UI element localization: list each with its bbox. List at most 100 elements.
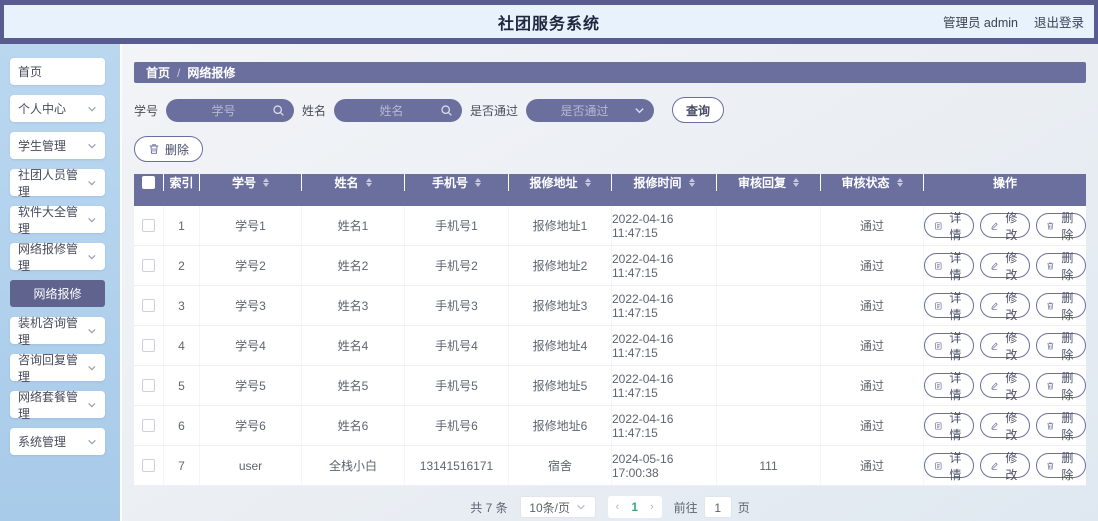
detail-button[interactable]: 详情 [924,251,974,282]
delete-button[interactable]: 删除 [1036,451,1086,482]
edit-icon [991,422,998,430]
table-row: 3 学号3 姓名3 手机号3 报修地址3 2022-04-16 11:47:15 通过 详情… [134,286,1086,326]
sidebar-item-label: 系统管理 [18,435,67,449]
sidebar-item-label: 装机咨询管理 [18,315,79,347]
column-header-student_id[interactable]: 学号 [200,174,302,191]
cell-status: 通过 [821,406,924,445]
cell-time: 2022-04-16 11:47:15 [612,326,717,365]
column-header-index: 索引 [164,174,200,191]
passed-select[interactable]: 是否通过 [526,98,655,122]
edit-button[interactable]: 修改 [980,451,1030,482]
edit-button[interactable]: 修改 [980,291,1030,322]
edit-button[interactable]: 修改 [980,371,1030,402]
detail-button[interactable]: 详情 [924,451,974,482]
column-header-reply[interactable]: 审核回复 [717,174,821,191]
detail-icon [935,261,942,270]
batch-delete-button[interactable]: 删除 [134,136,204,162]
column-header-address[interactable]: 报修地址 [509,174,612,191]
sort-icon[interactable] [688,178,695,187]
detail-icon [935,381,942,390]
detail-button[interactable]: 详情 [924,291,974,322]
sidebar-item-5[interactable]: 网络报修管理 [10,242,105,273]
detail-button[interactable]: 详情 [924,211,974,242]
sort-icon[interactable] [584,178,591,187]
delete-button[interactable]: 删除 [1036,291,1086,322]
goto-page-input[interactable]: 1 [703,496,732,518]
sidebar-item-active-6[interactable]: 网络报修 [10,280,105,307]
row-actions-cell: 详情 修改 删除 [924,246,1086,285]
cell-phone: 手机号4 [405,326,509,365]
current-page-button[interactable]: 1 [631,500,638,514]
detail-button[interactable]: 详情 [924,411,974,442]
row-checkbox[interactable] [142,219,155,232]
select-all-checkbox[interactable] [142,176,155,189]
student-id-input[interactable]: 学号 [166,98,295,122]
cell-reply [717,246,821,285]
row-checkbox[interactable] [142,299,155,312]
sidebar-item-label: 网络报修 [33,287,82,301]
name-label: 姓名 [302,103,327,118]
sidebar-item-0[interactable]: 首页 [10,58,105,85]
filter-bar: 学号 学号 姓名 姓名 是否通过 是否通过 查询 [134,97,1086,123]
edit-button[interactable]: 修改 [980,251,1030,282]
column-header-name[interactable]: 姓名 [302,174,405,191]
sort-icon[interactable] [896,178,903,187]
cell-student_id: 学号1 [200,206,302,245]
chevron-down-icon [88,217,96,222]
delete-button[interactable]: 删除 [1036,211,1086,242]
row-checkbox[interactable] [142,419,155,432]
cell-index: 7 [164,446,200,485]
row-actions-cell: 详情 修改 删除 [924,286,1086,325]
page-unit-label: 页 [737,500,750,515]
detail-button[interactable]: 详情 [924,371,974,402]
sort-icon[interactable] [475,178,481,187]
chevron-down-icon [88,402,96,407]
sidebar-item-label: 咨询回复管理 [18,352,79,384]
delete-button[interactable]: 删除 [1036,411,1086,442]
row-checkbox[interactable] [142,379,155,392]
sidebar-item-7[interactable]: 装机咨询管理 [10,316,105,347]
search-button[interactable]: 查询 [672,97,725,123]
column-header-time[interactable]: 报修时间 [612,174,717,191]
edit-button[interactable]: 修改 [980,411,1030,442]
cell-reply [717,206,821,245]
sidebar-item-9[interactable]: 网络套餐管理 [10,390,105,421]
prev-page-button[interactable]: ‹ [616,501,620,513]
table-row: 4 学号4 姓名4 手机号4 报修地址4 2022-04-16 11:47:15 通过 详情… [134,326,1086,366]
detail-button[interactable]: 详情 [924,331,974,362]
sidebar-item-1[interactable]: 个人中心 [10,95,105,122]
sidebar-item-label: 社团人员管理 [18,167,79,199]
delete-button[interactable]: 删除 [1036,251,1086,282]
sidebar-item-4[interactable]: 软件大全管理 [10,205,105,236]
delete-button[interactable]: 删除 [1036,331,1086,362]
row-checkbox[interactable] [142,459,155,472]
sidebar-item-3[interactable]: 社团人员管理 [10,168,105,199]
delete-icon [1047,222,1054,229]
column-header-status[interactable]: 审核状态 [821,174,924,191]
row-checkbox[interactable] [142,339,155,352]
edit-button[interactable]: 修改 [980,211,1030,242]
sort-icon[interactable] [365,178,372,187]
breadcrumb-home[interactable]: 首页 [146,64,170,81]
edit-button[interactable]: 修改 [980,331,1030,362]
sidebar-item-10[interactable]: 系统管理 [10,428,105,455]
sidebar-item-label: 网络套餐管理 [18,389,79,421]
column-header-phone[interactable]: 手机号 [405,174,509,191]
next-page-button[interactable]: › [650,501,654,513]
cell-name: 姓名3 [302,286,405,325]
row-checkbox[interactable] [142,259,155,272]
sidebar-item-2[interactable]: 学生管理 [10,132,105,159]
cell-student_id: 学号6 [200,406,302,445]
logout-link[interactable]: 退出登录 [1034,12,1084,31]
sort-icon[interactable] [793,178,799,187]
column-header-checkbox[interactable] [134,174,164,191]
table-body: 1 学号1 姓名1 手机号1 报修地址1 2022-04-16 11:47:15 通过 详情… [134,206,1086,486]
sort-icon[interactable] [263,178,269,187]
cell-student_id: 学号3 [200,286,302,325]
name-input[interactable]: 姓名 [334,98,463,122]
page-size-select[interactable]: 10条/页 [519,496,596,518]
delete-button[interactable]: 删除 [1036,371,1086,402]
sidebar-item-8[interactable]: 咨询回复管理 [10,353,105,384]
cell-time: 2024-05-16 17:00:38 [612,446,717,485]
cell-student_id: 学号2 [200,246,302,285]
